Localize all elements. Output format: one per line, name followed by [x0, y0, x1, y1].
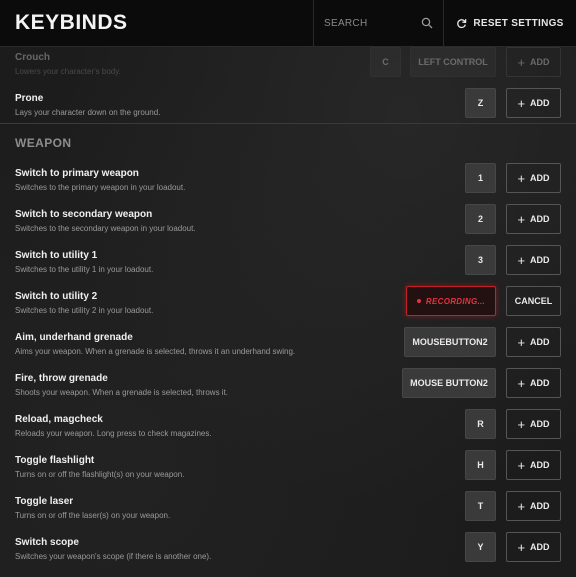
plus-icon: +	[517, 539, 526, 555]
keybind-row-switch-secondary: Switch to secondary weapon Switches to t…	[0, 203, 576, 244]
record-dot-icon	[416, 299, 421, 303]
search-placeholder: SEARCH	[324, 17, 368, 29]
keybind-name: Switch to primary weapon	[15, 168, 139, 179]
keybind-row-switch-utility-1: Switch to utility 1 Switches to the util…	[0, 244, 576, 285]
keybind-description: Switches to the utility 1 in your loadou…	[15, 265, 154, 274]
add-binding-button[interactable]: + ADD	[506, 245, 561, 275]
keybind-row-flashlight: Toggle flashlight Turns on or off the fl…	[0, 449, 576, 490]
keybind-name: Switch to utility 1	[15, 250, 98, 261]
keybind-description: Turns on or off the laser(s) on your wea…	[15, 511, 171, 520]
keybind-row-crouch: Crouch Lowers your character's body. C L…	[0, 47, 576, 87]
key-binding-primary[interactable]: R	[465, 409, 496, 439]
plus-icon: +	[517, 170, 526, 186]
key-binding-primary[interactable]: 3	[465, 245, 496, 275]
keybind-list: Crouch Lowers your character's body. C L…	[0, 47, 576, 577]
add-binding-button[interactable]: + ADD	[506, 47, 561, 77]
keybind-description: Aims your weapon. When a grenade is sele…	[15, 347, 296, 356]
add-binding-button[interactable]: + ADD	[506, 368, 561, 398]
keybind-description: Switches to the secondary weapon in your…	[15, 224, 196, 233]
keybind-description: Shoots your weapon. When a grenade is se…	[15, 388, 229, 397]
keybind-row-switch-primary: Switch to primary weapon Switches to the…	[0, 162, 576, 203]
keybind-description: Lowers your character's body.	[15, 67, 121, 76]
add-binding-button[interactable]: + ADD	[506, 163, 561, 193]
search-input[interactable]: SEARCH	[313, 0, 443, 46]
plus-icon: +	[517, 375, 526, 391]
keybind-row-reload: Reload, magcheck Reloads your weapon. Lo…	[0, 408, 576, 449]
key-binding-primary[interactable]: C	[370, 47, 401, 77]
plus-icon: +	[517, 54, 526, 70]
keybind-description: Turns on or off the flashlight(s) on you…	[15, 470, 185, 479]
key-binding-primary[interactable]: MOUSEBUTTON2	[404, 327, 496, 357]
keybind-description: Switches to the utility 2 in your loadou…	[15, 306, 154, 315]
plus-icon: +	[517, 334, 526, 350]
keybind-row-laser: Toggle laser Turns on or off the laser(s…	[0, 490, 576, 531]
keybind-name: Toggle flashlight	[15, 455, 95, 466]
keybind-name: Switch to secondary weapon	[15, 209, 153, 220]
key-binding-secondary[interactable]: LEFT CONTROL	[410, 47, 496, 77]
key-binding-primary[interactable]: H	[465, 450, 496, 480]
add-binding-button[interactable]: + ADD	[506, 409, 561, 439]
page-title: KEYBINDS	[15, 11, 128, 34]
plus-icon: +	[517, 457, 526, 473]
keybind-name: Aim, underhand grenade	[15, 332, 133, 343]
add-binding-button[interactable]: + ADD	[506, 532, 561, 562]
key-binding-primary[interactable]: T	[465, 491, 496, 521]
key-binding-primary[interactable]: Y	[465, 532, 496, 562]
plus-icon: +	[517, 252, 526, 268]
keybind-description: Lays your character down on the ground.	[15, 108, 161, 117]
keybind-name: Switch scope	[15, 537, 79, 548]
keybind-name: Toggle laser	[15, 496, 74, 507]
header-bar: KEYBINDS SEARCH RESET SETTINGS	[0, 0, 576, 47]
search-icon	[421, 17, 433, 29]
plus-icon: +	[517, 211, 526, 227]
refresh-icon	[457, 18, 467, 28]
keybind-row-aim: Aim, underhand grenade Aims your weapon.…	[0, 326, 576, 367]
add-binding-button[interactable]: + ADD	[506, 327, 561, 357]
keybind-row-switch-utility-2: Switch to utility 2 Switches to the util…	[0, 285, 576, 326]
key-binding-primary[interactable]: 2	[465, 204, 496, 234]
key-binding-primary[interactable]: 1	[465, 163, 496, 193]
keybind-name: Switch to utility 2	[15, 291, 98, 302]
cancel-button[interactable]: CANCEL	[506, 286, 561, 316]
plus-icon: +	[517, 498, 526, 514]
keybind-name: Fire, throw grenade	[15, 373, 108, 384]
add-binding-button[interactable]: + ADD	[506, 88, 561, 118]
key-binding-primary[interactable]: Z	[465, 88, 496, 118]
plus-icon: +	[517, 95, 526, 111]
reset-settings-label: RESET SETTINGS	[473, 17, 564, 29]
keybind-row-fire: Fire, throw grenade Shoots your weapon. …	[0, 367, 576, 408]
reset-settings-button[interactable]: RESET SETTINGS	[443, 0, 576, 46]
keybind-name: Prone	[15, 93, 44, 104]
keybind-row-prone: Prone Lays your character down on the gr…	[0, 87, 576, 128]
recording-label: RECORDING...	[425, 296, 486, 306]
plus-icon: +	[517, 416, 526, 432]
key-binding-primary[interactable]: MOUSE BUTTON2	[402, 368, 496, 398]
keybind-description: Switches your weapon's scope (if there i…	[15, 552, 212, 561]
section-header-weapon: WEAPON	[0, 123, 576, 157]
add-binding-button[interactable]: + ADD	[506, 450, 561, 480]
keybind-description: Switches to the primary weapon in your l…	[15, 183, 186, 192]
add-binding-button[interactable]: + ADD	[506, 204, 561, 234]
recording-indicator[interactable]: RECORDING...	[406, 286, 496, 316]
keybind-name: Reload, magcheck	[15, 414, 103, 425]
section-title: WEAPON	[15, 136, 72, 150]
keybind-name: Crouch	[15, 52, 50, 63]
keybind-row-scope: Switch scope Switches your weapon's scop…	[0, 531, 576, 572]
add-binding-button[interactable]: + ADD	[506, 491, 561, 521]
keybind-description: Reloads your weapon. Long press to check…	[15, 429, 212, 438]
